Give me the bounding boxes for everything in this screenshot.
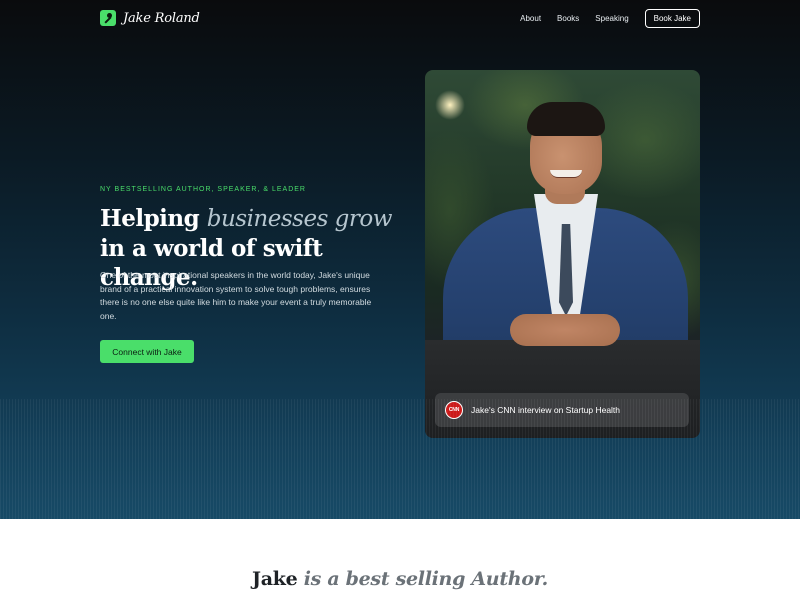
photo-hands — [510, 314, 620, 346]
pen-nib-icon — [100, 10, 116, 26]
hero-eyebrow: NY BESTSELLING AUTHOR, SPEAKER, & LEADER — [100, 186, 306, 193]
intro-connector: is a — [297, 568, 346, 590]
photo-smile — [550, 170, 582, 178]
intro-name: Jake — [252, 568, 298, 590]
brand-name: Jake Roland — [123, 10, 200, 26]
headline-part-1: Helping — [100, 205, 207, 232]
speaker-photo-card: CNN Jake's CNN interview on Startup Heal… — [425, 70, 700, 438]
photo-hair — [527, 102, 605, 136]
connect-with-jake-button[interactable]: Connect with Jake — [100, 340, 194, 363]
top-nav: Jake Roland About Books Speaking Book Ja… — [100, 8, 700, 28]
hero-description: One of the most inspirational speakers i… — [100, 270, 372, 321]
hero-section: Jake Roland About Books Speaking Book Ja… — [0, 0, 800, 519]
cnn-interview-caption[interactable]: CNN Jake's CNN interview on Startup Heal… — [435, 393, 689, 427]
speaker-photo — [425, 70, 700, 438]
nav-link-speaking[interactable]: Speaking — [595, 14, 628, 23]
caption-text: Jake's CNN interview on Startup Health — [471, 405, 621, 415]
cnn-logo-icon: CNN — [445, 401, 463, 419]
nav-links: About Books Speaking Book Jake — [520, 8, 700, 28]
intro-heading: Jake is a best selling Author. — [0, 568, 800, 590]
brand-logo[interactable]: Jake Roland — [100, 10, 200, 26]
nav-link-books[interactable]: Books — [557, 14, 579, 23]
intro-section: Jake is a best selling Author. — [0, 519, 800, 600]
book-jake-button[interactable]: Book Jake — [644, 8, 700, 28]
intro-role: best selling Author. — [345, 568, 549, 590]
nav-link-about[interactable]: About — [520, 14, 541, 23]
headline-emphasis: businesses grow — [206, 206, 393, 232]
